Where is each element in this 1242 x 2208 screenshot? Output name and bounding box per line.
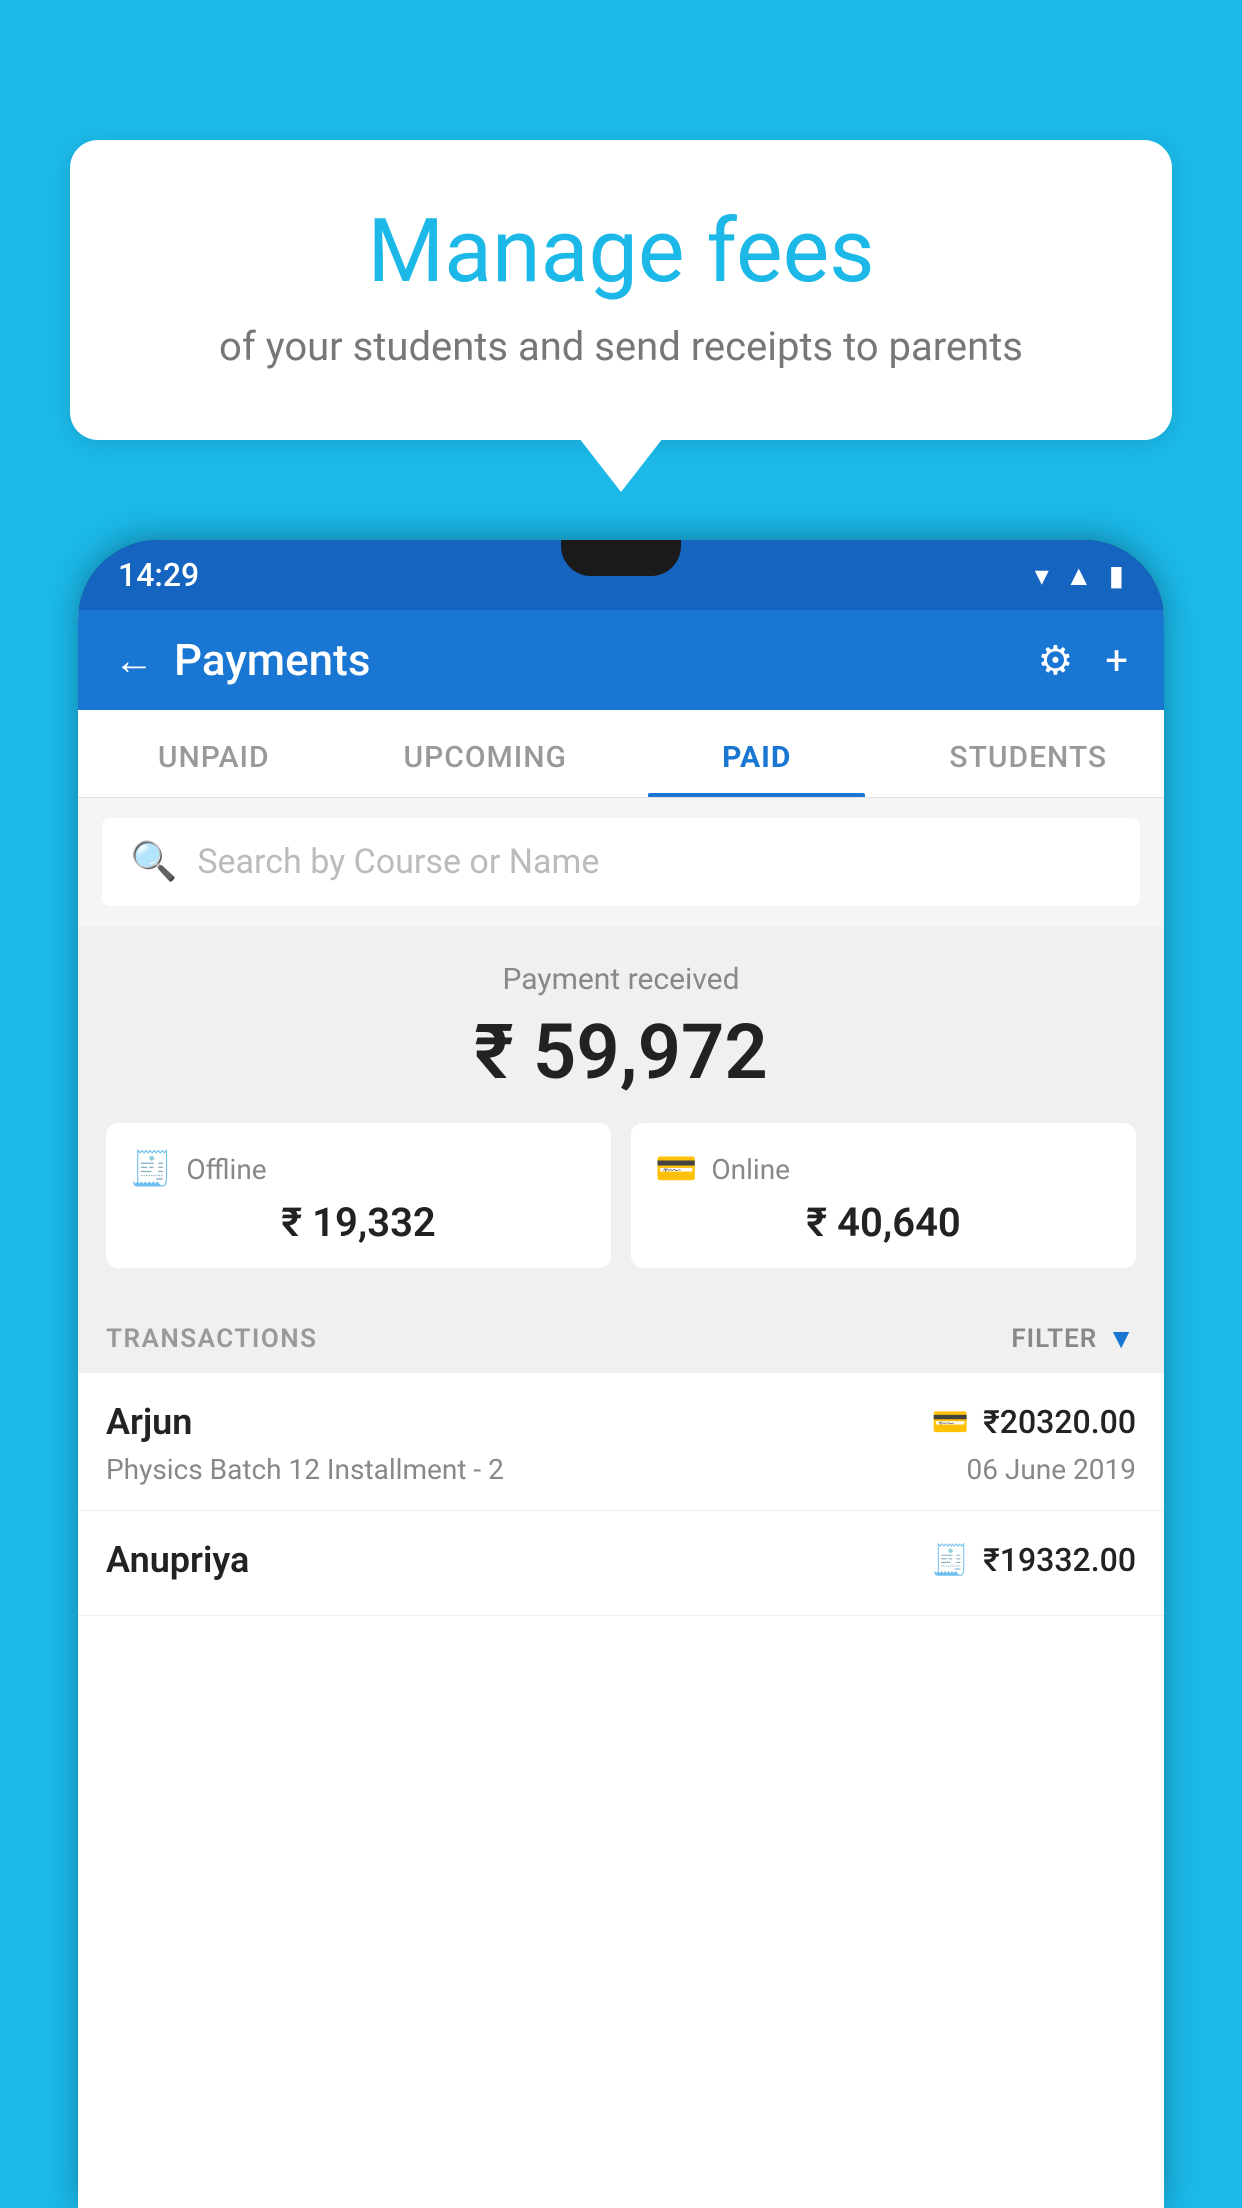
header-actions: ⚙ + bbox=[1037, 637, 1128, 684]
bubble-title: Manage fees bbox=[130, 200, 1112, 303]
transaction-row[interactable]: Arjun 💳 ₹20320.00 Physics Batch 12 Insta… bbox=[78, 1373, 1164, 1511]
online-icon: 💳 bbox=[655, 1149, 697, 1189]
speech-bubble: Manage fees of your students and send re… bbox=[70, 140, 1172, 440]
offline-card: 🧾 Offline ₹ 19,332 bbox=[106, 1123, 611, 1268]
bubble-subtitle: of your students and send receipts to pa… bbox=[130, 323, 1112, 370]
offline-label: Offline bbox=[186, 1153, 266, 1186]
transaction-top: Arjun 💳 ₹20320.00 bbox=[106, 1401, 1136, 1443]
search-icon: 🔍 bbox=[130, 840, 177, 884]
back-button[interactable]: ← bbox=[114, 637, 154, 684]
page-title: Payments bbox=[174, 634, 1037, 686]
payment-total-amount: ₹ 59,972 bbox=[102, 1007, 1140, 1097]
transaction-type-icon: 💳 bbox=[932, 1405, 969, 1440]
tab-unpaid[interactable]: UNPAID bbox=[78, 710, 350, 797]
search-area: 🔍 Search by Course or Name bbox=[78, 798, 1164, 926]
offline-icon: 🧾 bbox=[130, 1149, 172, 1189]
transactions-label: TRANSACTIONS bbox=[106, 1324, 318, 1354]
filter-label: FILTER bbox=[1011, 1324, 1097, 1354]
add-icon[interactable]: + bbox=[1105, 637, 1128, 684]
transactions-header: TRANSACTIONS FILTER ▼ bbox=[78, 1298, 1164, 1373]
transaction-name: Arjun bbox=[106, 1401, 192, 1443]
online-amount: ₹ 40,640 bbox=[655, 1199, 1112, 1246]
transaction-date: 06 June 2019 bbox=[966, 1453, 1136, 1486]
app-header: ← Payments ⚙ + bbox=[78, 610, 1164, 710]
online-header: 💳 Online bbox=[655, 1149, 1112, 1189]
search-placeholder: Search by Course or Name bbox=[197, 842, 599, 882]
filter-button[interactable]: FILTER ▼ bbox=[1011, 1322, 1136, 1355]
payment-received-label: Payment received bbox=[102, 962, 1140, 997]
filter-icon: ▼ bbox=[1107, 1322, 1136, 1355]
transaction-row[interactable]: Anupriya 🧾 ₹19332.00 bbox=[78, 1511, 1164, 1616]
phone-notch bbox=[561, 540, 681, 576]
transaction-bottom: Physics Batch 12 Installment - 2 06 June… bbox=[106, 1453, 1136, 1486]
phone-screen: ← Payments ⚙ + UNPAID UPCOMING PAID STUD… bbox=[78, 610, 1164, 2208]
status-bar: 14:29 ▾ ▲ ▮ bbox=[78, 540, 1164, 610]
transaction-amount-wrap: 🧾 ₹19332.00 bbox=[932, 1541, 1136, 1579]
offline-amount: ₹ 19,332 bbox=[130, 1199, 587, 1246]
settings-icon[interactable]: ⚙ bbox=[1037, 637, 1073, 684]
tab-students[interactable]: STUDENTS bbox=[893, 710, 1165, 797]
offline-header: 🧾 Offline bbox=[130, 1149, 587, 1189]
payment-summary: Payment received ₹ 59,972 🧾 Offline ₹ 19… bbox=[78, 926, 1164, 1298]
phone-frame: 14:29 ▾ ▲ ▮ ← Payments ⚙ + UNPAID UPCOMI… bbox=[78, 540, 1164, 2208]
transaction-top: Anupriya 🧾 ₹19332.00 bbox=[106, 1539, 1136, 1581]
transaction-type-icon: 🧾 bbox=[932, 1543, 969, 1578]
tab-upcoming[interactable]: UPCOMING bbox=[350, 710, 622, 797]
transaction-amount-wrap: 💳 ₹20320.00 bbox=[932, 1403, 1136, 1441]
tabs-bar: UNPAID UPCOMING PAID STUDENTS bbox=[78, 710, 1164, 798]
status-time: 14:29 bbox=[118, 556, 199, 594]
transaction-amount: ₹19332.00 bbox=[983, 1541, 1136, 1579]
tab-paid[interactable]: PAID bbox=[621, 710, 893, 797]
transaction-amount: ₹20320.00 bbox=[983, 1403, 1136, 1441]
online-label: Online bbox=[711, 1153, 790, 1186]
search-box[interactable]: 🔍 Search by Course or Name bbox=[102, 818, 1140, 906]
transaction-name: Anupriya bbox=[106, 1539, 249, 1581]
status-icons: ▾ ▲ ▮ bbox=[1035, 559, 1124, 592]
payment-cards: 🧾 Offline ₹ 19,332 💳 Online ₹ 40,640 bbox=[102, 1123, 1140, 1268]
signal-icon: ▲ bbox=[1065, 559, 1093, 592]
online-card: 💳 Online ₹ 40,640 bbox=[631, 1123, 1136, 1268]
transaction-detail: Physics Batch 12 Installment - 2 bbox=[106, 1453, 504, 1486]
battery-icon: ▮ bbox=[1109, 559, 1124, 592]
wifi-icon: ▾ bbox=[1035, 559, 1049, 592]
